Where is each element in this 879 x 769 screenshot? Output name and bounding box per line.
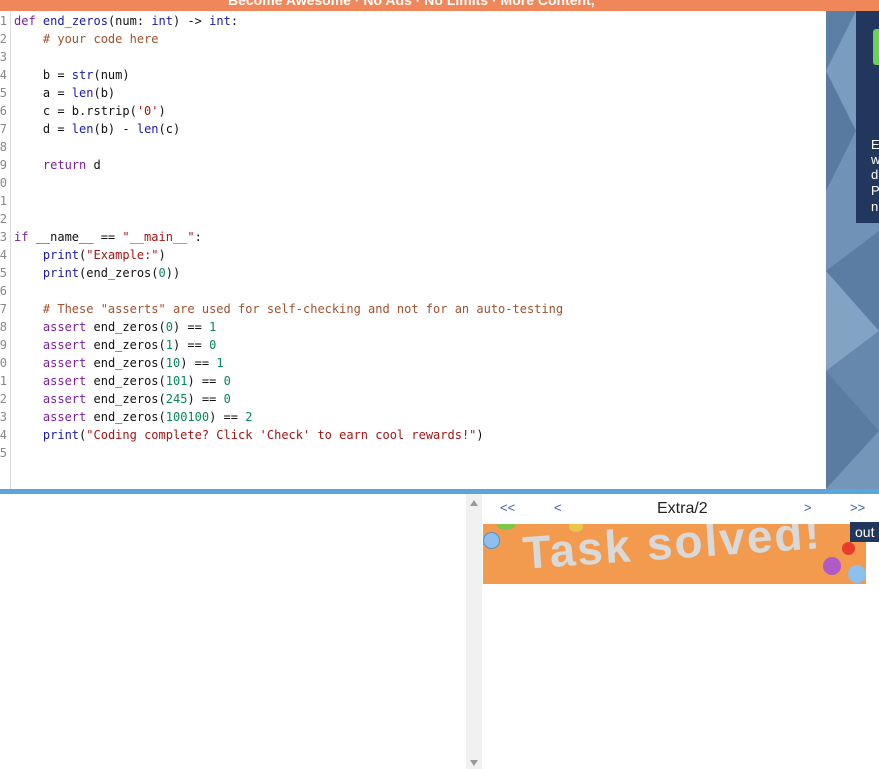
code-line[interactable]: 2 assert end_zeros(245) == 0 <box>0 390 826 408</box>
line-number: 9 <box>0 338 7 352</box>
line-number: 3 <box>0 230 7 244</box>
code-line[interactable]: 7 # These "asserts" are used for self-ch… <box>0 300 826 318</box>
code-line[interactable]: 9 assert end_zeros(1) == 0 <box>0 336 826 354</box>
confetti-ball <box>483 532 500 549</box>
code-line[interactable]: 3 <box>0 48 826 66</box>
line-number: 9 <box>0 158 7 172</box>
line-number: 4 <box>0 68 7 82</box>
confetti-ball <box>823 557 841 575</box>
code-line[interactable]: 3 if __name__ == "__main__": <box>0 228 826 246</box>
confetti-ball <box>848 565 866 583</box>
code-line[interactable]: 5 print(end_zeros(0)) <box>0 264 826 282</box>
code-line[interactable]: 8 assert end_zeros(0) == 1 <box>0 318 826 336</box>
promo-text: Become Awesome · No Ads · No Limits · Mo… <box>228 0 595 8</box>
line-number: 0 <box>0 356 7 370</box>
code-line[interactable]: 8 <box>0 138 826 156</box>
side-letter: w <box>871 152 879 167</box>
code-text: assert end_zeros(100100) == 2 <box>42 410 253 424</box>
code-line[interactable]: 0 assert end_zeros(10) == 1 <box>0 354 826 372</box>
line-number: 3 <box>0 410 7 424</box>
side-panel: E w d P n <box>826 11 879 489</box>
line-number: 1 <box>0 374 7 388</box>
scroll-up-icon[interactable] <box>470 500 478 506</box>
side-letter: n <box>871 199 879 214</box>
side-letter: d <box>871 167 879 182</box>
scroll-down-icon[interactable] <box>470 760 478 766</box>
code-line[interactable]: 5 <box>0 444 826 462</box>
side-letter: P <box>871 183 879 198</box>
code-line[interactable]: 3 assert end_zeros(100100) == 2 <box>0 408 826 426</box>
code-text: c = b.rstrip('0') <box>14 104 166 118</box>
code-editor[interactable]: 1 def end_zeros(num: int) -> int: 2 # your… <box>0 11 826 489</box>
code-line[interactable]: 6 <box>0 282 826 300</box>
code-line[interactable]: 9 return d <box>0 156 826 174</box>
line-number: 0 <box>0 176 7 190</box>
code-text: assert end_zeros(0) == 1 <box>42 320 217 334</box>
code-text: # These "asserts" are used for self-chec… <box>42 302 564 316</box>
line-number: 5 <box>0 266 7 280</box>
line-number: 4 <box>0 248 7 262</box>
console-output[interactable] <box>0 494 466 769</box>
code-text: assert end_zeros(1) == 0 <box>42 338 217 352</box>
code-text: print(end_zeros(0)) <box>42 266 181 280</box>
line-number: 4 <box>0 428 7 442</box>
code-line[interactable]: 1 def end_zeros(num: int) -> int: <box>0 12 826 30</box>
first-test-button[interactable]: << <box>500 500 515 515</box>
console-scrollbar[interactable] <box>466 494 482 769</box>
confetti-ball <box>842 542 855 555</box>
task-solved-banner: Task solved! <box>483 524 866 584</box>
side-letter: E <box>871 137 879 152</box>
line-number: 2 <box>0 392 7 406</box>
line-number: 8 <box>0 140 7 154</box>
code-text: assert end_zeros(245) == 0 <box>42 392 231 406</box>
output-tab[interactable]: out <box>850 522 879 542</box>
line-number: 8 <box>0 320 7 334</box>
code-line[interactable]: 4 print("Coding complete? Click 'Check' … <box>0 426 826 444</box>
code-line[interactable]: 2 <box>0 210 826 228</box>
code-text: assert end_zeros(10) == 1 <box>42 356 224 370</box>
line-number: 2 <box>0 32 7 46</box>
task-solved-text: Task solved! <box>521 524 824 579</box>
code-text: if __name__ == "__main__": <box>14 230 202 244</box>
code-text: a = len(b) <box>14 86 116 100</box>
code-line[interactable]: 7 d = len(b) - len(c) <box>0 120 826 138</box>
line-number: 1 <box>0 14 7 28</box>
line-number: 3 <box>0 50 7 64</box>
code-text: print("Example:") <box>42 248 166 262</box>
code-line[interactable]: 0 <box>0 174 826 192</box>
code-line[interactable]: 6 c = b.rstrip('0') <box>0 102 826 120</box>
code-line[interactable]: 4 print("Example:") <box>0 246 826 264</box>
code-line[interactable]: 2 # your code here <box>0 30 826 48</box>
code-text: def end_zeros(num: int) -> int: <box>14 14 239 28</box>
code-line[interactable]: 1 <box>0 192 826 210</box>
line-number: 7 <box>0 122 7 136</box>
line-number: 5 <box>0 446 7 460</box>
line-number: 7 <box>0 302 7 316</box>
line-number: 6 <box>0 284 7 298</box>
code-line[interactable]: 5 a = len(b) <box>0 84 826 102</box>
confetti-ball <box>497 524 515 530</box>
line-number: 5 <box>0 86 7 100</box>
line-number: 2 <box>0 212 7 226</box>
code-text: d = len(b) - len(c) <box>14 122 181 136</box>
test-title: Extra/2 <box>657 500 708 517</box>
line-number: 6 <box>0 104 7 118</box>
last-test-button[interactable]: >> <box>850 500 865 515</box>
code-line[interactable]: 4 b = str(num) <box>0 66 826 84</box>
line-number: 1 <box>0 194 7 208</box>
code-text: b = str(num) <box>14 68 130 82</box>
top-promo-bar[interactable]: Become Awesome · No Ads · No Limits · Mo… <box>0 0 879 11</box>
code-text: # your code here <box>42 32 159 46</box>
next-test-button[interactable]: > <box>804 500 812 515</box>
code-text: return d <box>42 158 101 172</box>
code-text: assert end_zeros(101) == 0 <box>42 374 231 388</box>
badge-icon <box>873 29 879 65</box>
prev-test-button[interactable]: < <box>554 500 562 515</box>
test-navigator: << < Extra/2 > >> <box>483 494 879 524</box>
code-line[interactable]: 1 assert end_zeros(101) == 0 <box>0 372 826 390</box>
code-text: print("Coding complete? Click 'Check' to… <box>42 428 484 442</box>
